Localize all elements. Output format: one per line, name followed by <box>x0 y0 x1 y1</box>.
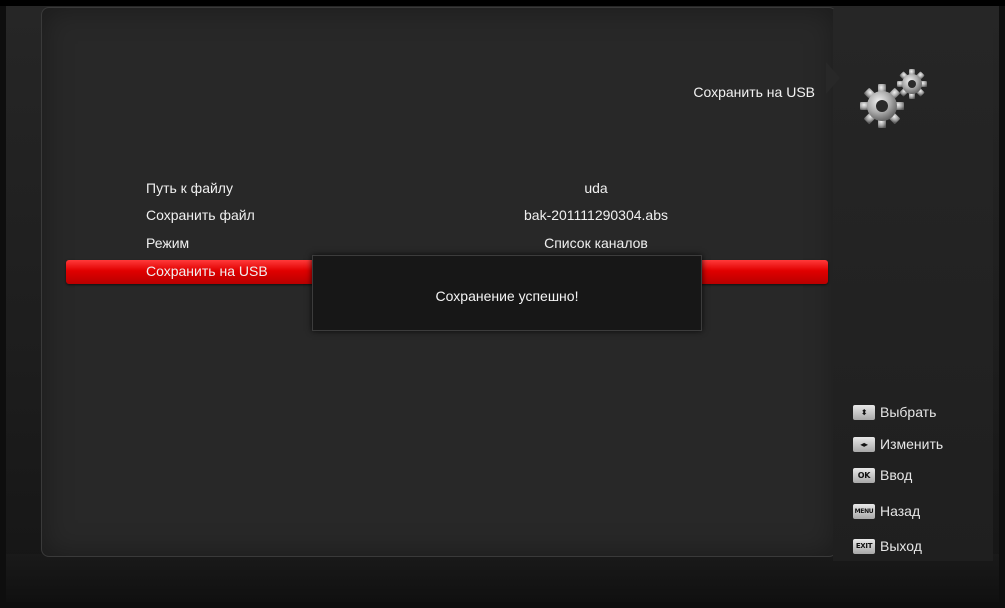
up-down-arrows-icon: ⬍ <box>853 404 875 420</box>
menu-item-label: Сохранить на USB <box>146 263 268 279</box>
help-item-select: ⬍ Выбрать <box>853 401 936 423</box>
exit-key-icon: EXIT <box>853 538 875 554</box>
menu-item-label: Сохранить файл <box>146 207 255 223</box>
help-item-back: MENU Назад <box>853 500 920 522</box>
menu-item-label: Путь к файлу <box>146 180 233 196</box>
gears-icon <box>858 66 938 136</box>
help-label: Выбрать <box>880 404 937 420</box>
help-item-change: ◂▸ Изменить <box>853 433 943 455</box>
ok-key-icon: OK <box>853 467 875 483</box>
menu-item-mode[interactable]: Режим Список каналов <box>66 231 828 255</box>
menu-key-icon: MENU <box>853 503 875 519</box>
menu-item-file-path[interactable]: Путь к файлу uda <box>66 176 828 200</box>
help-item-exit: EXIT Выход <box>853 535 922 557</box>
menu-item-save-file[interactable]: Сохранить файл bak-201111290304.abs <box>66 203 828 227</box>
side-panel-notch <box>826 62 840 94</box>
help-label: Назад <box>880 503 921 519</box>
help-item-enter: OK Ввод <box>853 464 912 486</box>
help-label: Изменить <box>880 436 944 452</box>
dialog-message: Сохранение успешно! <box>435 288 579 304</box>
page-title: Сохранить на USB <box>693 84 815 100</box>
success-dialog: Сохранение успешно! <box>312 255 702 331</box>
help-label: Ввод <box>880 467 913 483</box>
left-right-arrows-icon: ◂▸ <box>853 436 875 452</box>
menu-item-label: Режим <box>146 235 190 251</box>
help-label: Выход <box>880 538 922 554</box>
screen-bottom-strip <box>6 554 999 602</box>
